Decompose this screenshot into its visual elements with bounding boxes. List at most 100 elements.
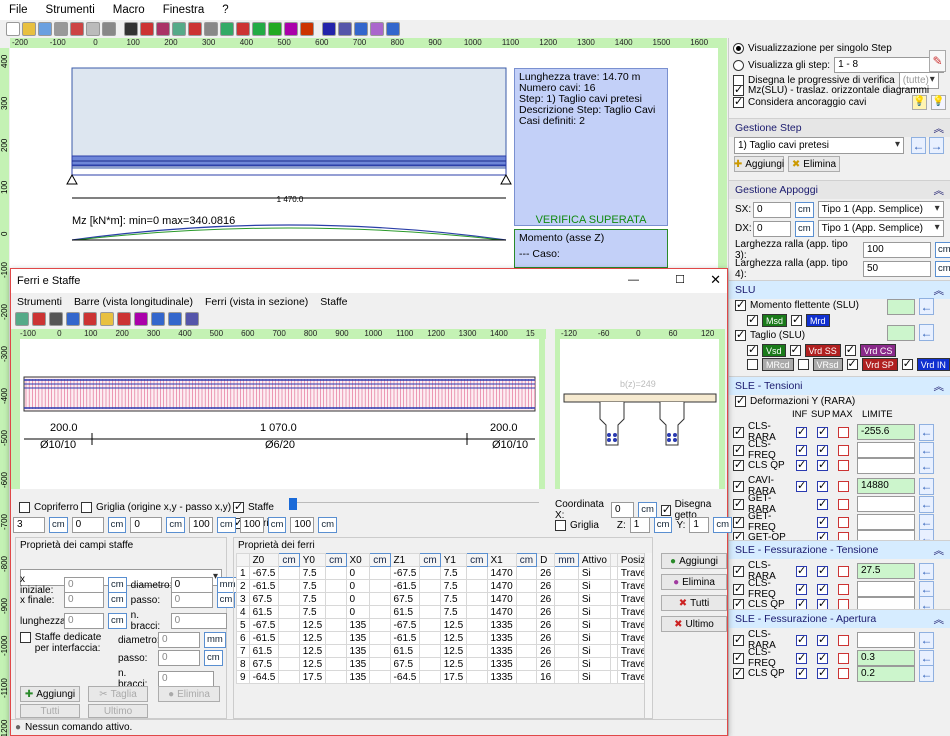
step-elimina-button[interactable]: ✖ Elimina [788,156,840,172]
table-cell[interactable] [515,657,538,671]
chk-sle-row[interactable] [733,515,744,528]
chk-vrd-ss[interactable] [789,343,801,356]
table-cell[interactable] [369,631,391,645]
grid-param-input[interactable]: 100 [189,517,214,533]
table-cell[interactable] [515,566,538,580]
table-cell[interactable] [515,644,538,658]
dialog-tool-icon[interactable] [83,312,97,326]
momento-value[interactable] [887,299,915,315]
table-cell[interactable]: Si [577,618,611,632]
table-cell[interactable] [609,644,618,658]
chk-max[interactable] [838,652,849,664]
table-cell[interactable]: 7.5 [298,592,327,606]
table-cell[interactable]: 26 [536,592,556,606]
table-cell[interactable]: 6 [236,631,250,645]
chk-staffe-ded[interactable] [20,632,31,643]
table-cell[interactable]: 135 [345,670,371,684]
table-cell[interactable] [278,657,300,671]
dialog-tool-icon[interactable] [134,312,148,326]
table-cell[interactable]: Si [577,592,611,606]
chk-inf[interactable] [796,479,807,492]
dialog-tool-icon[interactable] [15,312,29,326]
table-header[interactable]: cm [278,553,300,567]
sle-limit-input[interactable]: -255.6 [857,424,915,440]
table-cell[interactable]: 4 [236,605,250,619]
grid-param-input[interactable]: 100 [290,517,315,533]
table-icon[interactable] [204,22,218,36]
table-cell[interactable] [554,566,579,580]
y-input[interactable]: 1 [689,517,710,533]
table-cell[interactable]: 1 [236,566,250,580]
table-row[interactable]: 1 -67.5 7.5 0 -67.5 7.5 1470 26 Si Trave [236,566,652,580]
step-select[interactable]: 1) Taglio cavi pretesi [734,137,904,154]
table-cell[interactable]: -61.5 [248,579,280,593]
table-cell[interactable]: 1335 [486,670,517,684]
sle-arrow-button[interactable]: ← [919,457,934,474]
grid-param-input[interactable]: 0 [71,517,104,533]
table-header[interactable]: cm [369,553,391,567]
hourglass-icon[interactable] [124,22,138,36]
chk-staffe[interactable] [233,500,244,513]
minimize-icon[interactable]: — [628,274,639,286]
table-row[interactable]: 7 61.5 12.5 135 61.5 12.5 1335 26 Si Trave [236,644,652,658]
table-cell[interactable]: 26 [536,605,556,619]
table-cell[interactable] [325,579,347,593]
table-cell[interactable]: 1335 [486,618,517,632]
table-cell[interactable] [419,657,441,671]
table-cell[interactable]: Si [577,631,611,645]
table-cell[interactable] [554,670,579,684]
table-cell[interactable]: 1470 [486,592,517,606]
slu-header[interactable]: SLU ︽ [729,280,950,299]
table-cell[interactable] [369,566,391,580]
sle-arrow-button[interactable]: ← [919,423,934,441]
chk-mrcd[interactable] [747,359,758,370]
ralla4-input[interactable]: 50 [863,261,931,277]
chk-griglia[interactable] [555,519,566,531]
chk-sle-row[interactable] [733,425,744,438]
beam-icon[interactable] [322,22,336,36]
longitudinal-canvas[interactable]: 200.0 1 070.0 200.0 Ø10/10 Ø6/20 Ø10/10 [20,339,539,489]
chk-sup[interactable] [817,458,828,471]
sle-limit-input[interactable] [857,514,915,530]
ferri-table[interactable]: Z0cmY0cmX0cmZ1cmY1cmX1cmDmmAttivoPosizio… [236,553,652,684]
dialog-tool-icon[interactable] [117,312,131,326]
building-icon[interactable] [140,22,154,36]
table-cell[interactable] [419,592,441,606]
table-cell[interactable]: 7 [236,644,250,658]
table-header[interactable]: Y0 [298,553,327,567]
dialog-tool-icon[interactable] [168,312,182,326]
table-cell[interactable] [325,657,347,671]
sle-arrow-button[interactable]: ← [919,562,934,580]
diam2-input[interactable]: 0 [158,632,200,648]
chk-max[interactable] [838,565,849,577]
chk-max[interactable] [838,444,849,456]
table-cell[interactable] [325,618,347,632]
table-cell[interactable] [466,605,488,619]
dialog-tool-icon[interactable] [49,312,63,326]
step-aggiungi-button[interactable]: ✚ Aggiungi [734,156,784,172]
table-cell[interactable] [466,670,488,684]
table-row[interactable]: 6 -61.5 12.5 135 -61.5 12.5 1335 26 Si Trave [236,631,652,645]
chk-momento[interactable] [735,298,746,311]
table-cell[interactable]: 12.5 [439,631,468,645]
table-cell[interactable]: 61.5 [248,605,280,619]
passo-input[interactable]: 0 [170,592,213,608]
table-cell[interactable] [554,579,579,593]
chk-vrd-sp[interactable] [846,357,858,370]
chk-max[interactable] [838,583,849,595]
chk-sle-row[interactable] [733,497,744,510]
bulb-off-icon[interactable]: 💡 [931,95,946,110]
table-cell[interactable]: -64.5 [248,670,280,684]
table-cell[interactable]: 26 [536,631,556,645]
table-cell[interactable]: -61.5 [248,631,280,645]
chk-sle-row[interactable] [733,582,744,595]
table-cell[interactable]: 16 [536,670,556,684]
close-icon[interactable]: ✕ [710,272,721,288]
table-cell[interactable]: 135 [345,644,371,658]
table-cell[interactable] [419,631,441,645]
table-cell[interactable] [278,566,300,580]
table-cell[interactable]: 135 [345,631,371,645]
slider-thumb[interactable] [289,498,297,510]
chk-sup[interactable] [817,515,828,528]
chk-mrd[interactable] [791,313,803,326]
